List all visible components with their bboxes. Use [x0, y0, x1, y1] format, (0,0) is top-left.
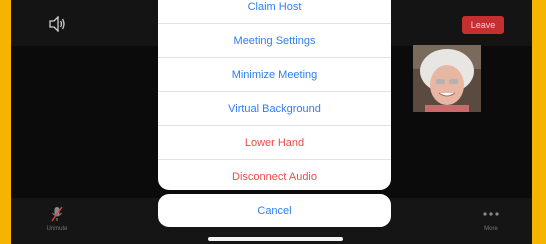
home-indicator[interactable] [208, 237, 343, 241]
more-dots-icon [483, 212, 499, 216]
virtual-background-option[interactable]: Virtual Background [158, 92, 391, 126]
minimize-meeting-option[interactable]: Minimize Meeting [158, 58, 391, 92]
toolbar-item-more[interactable]: More [461, 206, 521, 232]
toolbar-label-unmute: Unmute [46, 226, 68, 232]
speaker-icon[interactable] [48, 16, 66, 32]
toolbar-label-more: More [484, 226, 498, 232]
leave-button[interactable]: Leave [462, 16, 504, 34]
lower-hand-option[interactable]: Lower Hand [158, 126, 391, 160]
disconnect-audio-option[interactable]: Disconnect Audio [158, 160, 391, 190]
participant-video-thumbnail[interactable] [413, 45, 481, 112]
action-sheet: Claim Host Meeting Settings Minimize Mee… [158, 0, 391, 190]
microphone-muted-icon [51, 206, 63, 222]
meeting-settings-option[interactable]: Meeting Settings [158, 24, 391, 58]
claim-host-option[interactable]: Claim Host [158, 0, 391, 24]
toolbar-item-unmute[interactable]: Unmute [27, 206, 87, 232]
participant-photo [413, 45, 481, 112]
cancel-button[interactable]: Cancel [158, 194, 391, 227]
